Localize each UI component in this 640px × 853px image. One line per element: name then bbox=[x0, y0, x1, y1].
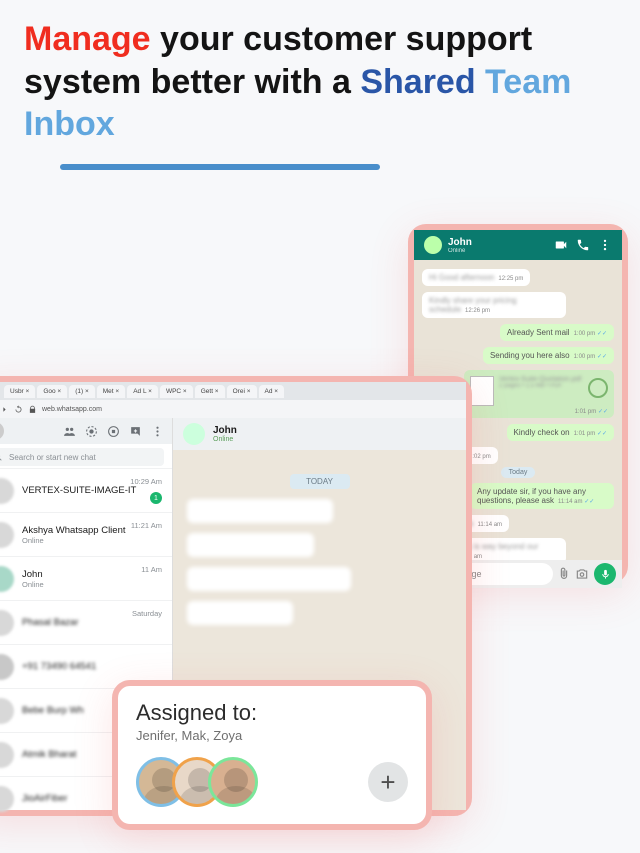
browser-tab[interactable]: Met × bbox=[97, 385, 125, 398]
headline-shared: Shared bbox=[360, 63, 475, 101]
message-bubble: Any update sir, if you have any question… bbox=[470, 483, 614, 509]
headline-text: Manage your customer support system bett… bbox=[0, 0, 640, 150]
avatar bbox=[0, 522, 14, 548]
channels-icon[interactable] bbox=[107, 425, 120, 438]
sidebar-header bbox=[0, 418, 172, 444]
chat-subtitle: Online bbox=[22, 536, 162, 545]
browser-tab[interactable]: WPC × bbox=[160, 385, 193, 398]
reload-icon[interactable] bbox=[14, 405, 23, 414]
menu-icon[interactable] bbox=[151, 425, 164, 438]
search-icon bbox=[0, 452, 3, 462]
chat-subtitle: Online bbox=[22, 580, 162, 589]
message-bubble: Already Sent mail1:00 pm ✓✓ bbox=[500, 324, 614, 341]
assigned-avatars: + bbox=[136, 757, 408, 807]
avatar bbox=[424, 236, 442, 254]
headline-manage: Manage bbox=[24, 20, 151, 58]
contact-status: Online bbox=[448, 248, 546, 254]
chat-time: 11 Am bbox=[141, 565, 162, 574]
chat-header: John Online bbox=[173, 418, 466, 450]
message-bubble: Hi Good afternoon12:25 pm bbox=[422, 269, 530, 286]
chat-time: 11:21 Am bbox=[131, 521, 162, 530]
attach-icon[interactable] bbox=[557, 567, 571, 581]
avatar bbox=[0, 610, 14, 636]
contact-name: John bbox=[448, 237, 546, 248]
sidebar-search: Search or start new chat bbox=[0, 444, 172, 468]
new-chat-icon[interactable] bbox=[129, 425, 142, 438]
video-call-icon[interactable] bbox=[554, 238, 568, 252]
add-assignee-button[interactable]: + bbox=[368, 762, 408, 802]
status-icon[interactable] bbox=[85, 425, 98, 438]
assigned-names: Jenifer, Mak, Zoya bbox=[136, 728, 408, 743]
camera-icon[interactable] bbox=[575, 567, 589, 581]
avatar bbox=[0, 654, 14, 680]
mic-icon bbox=[600, 569, 611, 580]
chat-contact-name: John bbox=[213, 425, 237, 436]
browser-tab[interactable]: Gett × bbox=[195, 385, 225, 398]
browser-tab[interactable]: Goo × bbox=[37, 385, 67, 398]
headline-underline bbox=[60, 164, 380, 170]
avatar bbox=[0, 478, 14, 504]
voice-send-button[interactable] bbox=[594, 563, 616, 585]
avatar bbox=[183, 423, 205, 445]
chat-name: VERTEX-SUITE-IMAGE-IT bbox=[22, 485, 162, 496]
day-label: TODAY bbox=[290, 474, 350, 489]
message-bubble: Kindly check on1:01 pm ✓✓ bbox=[507, 424, 614, 441]
download-icon[interactable] bbox=[588, 378, 608, 398]
communities-icon[interactable] bbox=[63, 425, 76, 438]
phone-header: John Online bbox=[414, 230, 622, 260]
unread-badge: 1 bbox=[150, 492, 162, 504]
avatar bbox=[0, 786, 14, 812]
avatar bbox=[0, 698, 14, 724]
chat-list-item[interactable]: John Online 11 Am bbox=[0, 556, 172, 600]
message-bubble: Sending you here also1:00 pm ✓✓ bbox=[483, 347, 614, 364]
chat-time: Saturday bbox=[132, 609, 162, 618]
assigned-title: Assigned to: bbox=[136, 700, 408, 726]
browser-tab[interactable]: Usbr × bbox=[4, 385, 35, 398]
assigned-card: Assigned to: Jenifer, Mak, Zoya + bbox=[112, 680, 432, 830]
chat-time: 10:29 Am bbox=[130, 477, 162, 486]
browser-tab[interactable]: Ad × bbox=[259, 385, 285, 398]
avatar bbox=[0, 566, 14, 592]
browser-tab[interactable]: Ad L × bbox=[127, 385, 158, 398]
chat-name: Phasal Bazar bbox=[22, 617, 162, 628]
phone-call-icon[interactable] bbox=[576, 238, 590, 252]
more-icon[interactable] bbox=[598, 238, 612, 252]
lock-icon bbox=[28, 405, 37, 414]
search-input[interactable]: Search or start new chat bbox=[0, 448, 164, 466]
chat-contact-status: Online bbox=[213, 436, 237, 443]
url-text: web.whatsapp.com bbox=[42, 406, 102, 413]
browser-address-bar[interactable]: web.whatsapp.com bbox=[0, 400, 466, 418]
browser-tabs: Usbr ×Goo ×(1) ×Met ×Ad L ×WPC ×Gett ×Or… bbox=[0, 382, 466, 400]
avatar bbox=[0, 742, 14, 768]
chat-list-item[interactable]: Phasal Bazar Saturday bbox=[0, 600, 172, 644]
assignee-avatar[interactable] bbox=[208, 757, 258, 807]
chat-list-item[interactable]: Akshya Whatsapp Client Online 11:21 Am bbox=[0, 512, 172, 556]
attachment-bubble[interactable]: Vertex-Suite-Quotation.pdf2 pages • 1.5 … bbox=[464, 370, 614, 418]
chat-name: +91 73490 64541 bbox=[22, 661, 162, 672]
browser-tab[interactable]: Orei × bbox=[227, 385, 257, 398]
my-avatar[interactable] bbox=[0, 422, 4, 440]
browser-tab[interactable]: (1) × bbox=[69, 385, 95, 398]
chat-list-item[interactable]: VERTEX-SUITE-IMAGE-IT 10:29 Am 1 bbox=[0, 468, 172, 512]
message-bubble: Kindly share your pricing schedule12:26 … bbox=[422, 292, 566, 318]
forward-icon[interactable] bbox=[0, 405, 9, 414]
